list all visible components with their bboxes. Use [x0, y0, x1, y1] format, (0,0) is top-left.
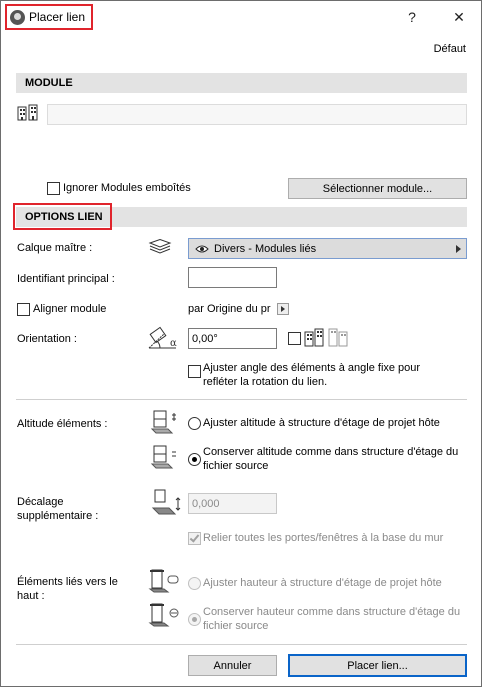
- close-button[interactable]: ✕: [439, 1, 479, 33]
- module-section-header: MODULE: [16, 73, 467, 93]
- offset-label: Décalage supplémentaire :: [17, 496, 99, 522]
- linked-top-label: Éléments liés vers le haut :: [17, 576, 118, 602]
- options-header-highlight: [13, 203, 112, 230]
- window-title-text: Placer lien: [29, 10, 86, 24]
- altitude-keep-label: Conserver altitude comme dans structure …: [203, 446, 459, 472]
- layers-icon: [148, 239, 172, 254]
- height-adjust-radio[interactable]: [188, 577, 201, 590]
- align-module-label: Aligner module: [33, 303, 107, 315]
- altitude-label: Altitude éléments :: [17, 418, 108, 430]
- place-link-button[interactable]: Placer lien...: [288, 654, 467, 677]
- altitude-adjust-radio[interactable]: [188, 417, 201, 430]
- offset-icon: [151, 489, 181, 515]
- default-link[interactable]: Défaut: [434, 43, 466, 55]
- main-id-label: Identifiant principal :: [17, 273, 115, 285]
- mirror-checkbox[interactable]: [288, 332, 301, 345]
- chevron-right-icon: [456, 245, 461, 253]
- altitude-keep-icon: [150, 445, 176, 469]
- placer-lien-dialog: Placer lien ? ✕ Défaut MODULE Ignorer Mo…: [0, 0, 482, 687]
- offset-input[interactable]: 0,000: [188, 493, 277, 514]
- select-module-button[interactable]: Sélectionner module...: [288, 178, 467, 199]
- chevron-right-icon: [281, 306, 285, 312]
- master-layer-value: Divers - Modules liés: [214, 242, 317, 255]
- altitude-adjust-icon: [150, 410, 176, 434]
- master-layer-select[interactable]: Divers - Modules liés: [188, 238, 467, 259]
- title-bar: Placer lien ? ✕: [1, 1, 481, 33]
- adjust-angle-label: Ajuster angle des éléments à angle fixe …: [203, 362, 421, 388]
- doors-windows-label: Relier toutes les portes/fenêtres à la b…: [203, 532, 444, 544]
- orientation-input[interactable]: 0,00°: [188, 328, 277, 349]
- eye-icon: [195, 245, 209, 252]
- align-by-label: par Origine du pr: [188, 303, 271, 315]
- divider: [16, 644, 467, 645]
- height-keep-icon: [148, 603, 179, 627]
- height-keep-radio[interactable]: [188, 613, 201, 626]
- ignore-nested-checkbox[interactable]: [47, 182, 60, 195]
- divider: [16, 399, 467, 400]
- height-keep-label: Conserver hauteur comme dans structure d…: [203, 606, 461, 632]
- module-path-field: [47, 104, 467, 125]
- altitude-keep-radio[interactable]: [188, 453, 201, 466]
- align-by-dropdown[interactable]: [277, 303, 289, 315]
- cancel-button[interactable]: Annuler: [188, 655, 277, 676]
- main-id-input[interactable]: [188, 267, 277, 288]
- adjust-angle-checkbox[interactable]: [188, 365, 201, 378]
- doors-windows-checkbox[interactable]: [188, 532, 201, 545]
- master-layer-label: Calque maître :: [17, 242, 93, 254]
- mirror-module-icon: [304, 328, 348, 347]
- orientation-angle-icon: α: [148, 326, 177, 349]
- app-icon: [10, 9, 25, 25]
- orientation-label: Orientation :: [17, 333, 77, 345]
- svg-text:α: α: [170, 338, 177, 349]
- align-module-checkbox[interactable]: [17, 303, 30, 316]
- window-title: Placer lien: [5, 4, 93, 30]
- ignore-nested-label: Ignorer Modules emboîtés: [63, 182, 191, 194]
- help-button[interactable]: ?: [392, 1, 432, 33]
- altitude-adjust-label: Ajuster altitude à structure d'étage de …: [203, 417, 440, 429]
- module-icon: [17, 104, 38, 121]
- height-adjust-label: Ajuster hauteur à structure d'étage de p…: [203, 577, 442, 589]
- height-adjust-icon: [148, 569, 179, 593]
